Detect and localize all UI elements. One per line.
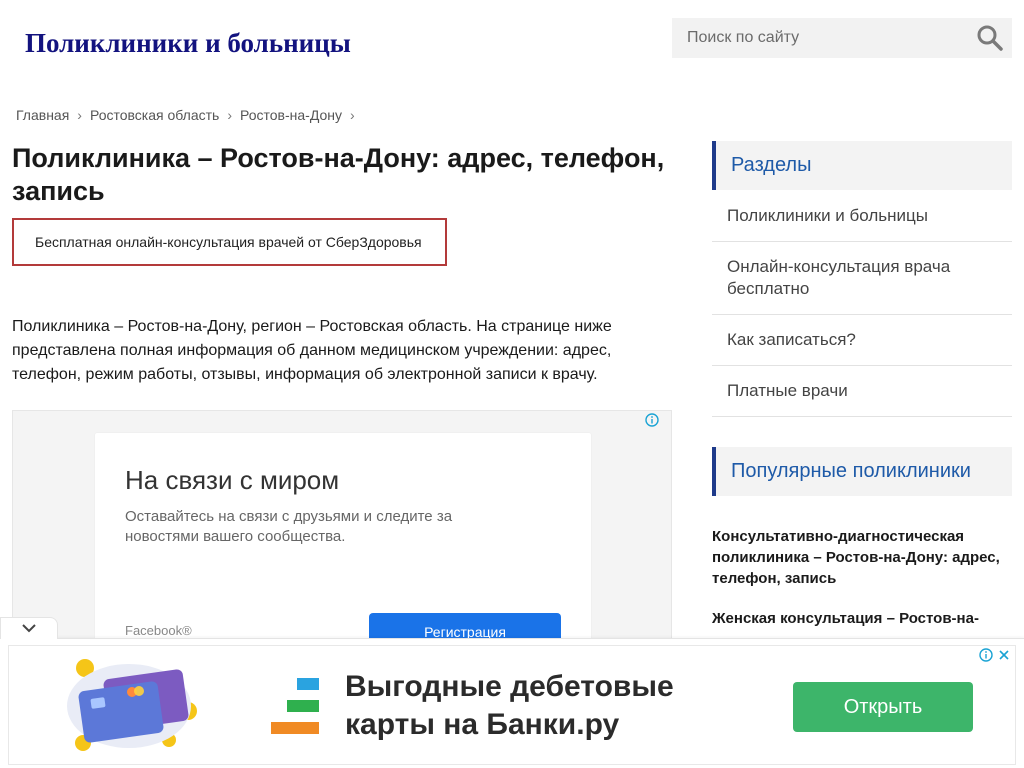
popular-item[interactable]: Женская консультация – Ростов-на-	[712, 608, 1012, 629]
bottom-ad-headline: Выгодные дебетовые карты на Банки.ру	[345, 670, 674, 741]
adchoices[interactable]	[645, 413, 665, 427]
search-button[interactable]	[976, 24, 1004, 52]
page-title: Поликлиника – Ростов-на-Дону: адрес, тел…	[12, 143, 665, 206]
breadcrumb-region[interactable]: Ростовская область	[90, 107, 219, 123]
breadcrumb-separator: ›	[77, 107, 82, 123]
breadcrumb-separator: ›	[227, 107, 232, 123]
info-icon	[645, 413, 659, 427]
ad-brand: Facebook®	[125, 623, 192, 638]
banki-logo-icon	[271, 678, 319, 734]
breadcrumb: Главная › Ростовская область › Ростов-на…	[16, 107, 355, 123]
sidebar-sections-list: Поликлиники и больницы Онлайн-консультац…	[712, 190, 1012, 417]
sidebar-popular-heading: Популярные поликлиники	[712, 447, 1012, 496]
cards-illustration	[67, 659, 197, 751]
sidebar-item-online-consult[interactable]: Онлайн-консультация врача бесплатно	[712, 242, 1012, 315]
ad-block[interactable]: На связи с миром Оставайтесь на связи с …	[12, 410, 672, 651]
sidebar: Разделы Поликлиники и больницы Онлайн-ко…	[712, 141, 1012, 648]
consult-banner[interactable]: Бесплатная онлайн-консультация врачей от…	[12, 218, 447, 266]
search-icon	[977, 25, 1003, 51]
close-icon[interactable]	[997, 648, 1011, 662]
bottom-ad[interactable]: Выгодные дебетовые карты на Банки.ру Отк…	[8, 645, 1016, 765]
search-input[interactable]	[672, 18, 972, 58]
collapse-ad-button[interactable]	[0, 617, 58, 639]
open-button[interactable]: Открыть	[793, 682, 973, 732]
info-icon[interactable]	[979, 648, 993, 662]
sidebar-sections-heading: Разделы	[712, 141, 1012, 190]
sidebar-popular: Популярные поликлиники Консультативно-ди…	[712, 447, 1012, 629]
chevron-down-icon	[22, 624, 36, 633]
breadcrumb-separator: ›	[350, 107, 355, 123]
consult-banner-label: Бесплатная онлайн-консультация врачей от…	[35, 234, 422, 250]
bottom-adchoices	[979, 648, 1011, 662]
sidebar-item-how-to-book[interactable]: Как записаться?	[712, 315, 1012, 366]
search-box	[672, 18, 1012, 58]
ad-headline: На связи с миром	[125, 465, 340, 495]
popular-item[interactable]: Консультативно-диагностическая поликлини…	[712, 526, 1012, 589]
ad-description: Оставайтесь на связи с друзьями и следит…	[125, 508, 453, 545]
site-title[interactable]: Поликлиники и больницы	[25, 28, 351, 59]
sidebar-item-clinics[interactable]: Поликлиники и больницы	[712, 190, 1012, 242]
breadcrumb-home[interactable]: Главная	[16, 107, 69, 123]
bottom-ad-bar: Выгодные дебетовые карты на Банки.ру Отк…	[0, 617, 1024, 768]
breadcrumb-city[interactable]: Ростов-на-Дону	[240, 107, 342, 123]
intro-paragraph: Поликлиника – Ростов-на-Дону, регион – Р…	[12, 318, 612, 383]
popular-list: Консультативно-диагностическая поликлини…	[712, 526, 1012, 629]
ad-card[interactable]: На связи с миром Оставайтесь на связи с …	[95, 433, 591, 651]
sidebar-item-paid-doctors[interactable]: Платные врачи	[712, 366, 1012, 417]
